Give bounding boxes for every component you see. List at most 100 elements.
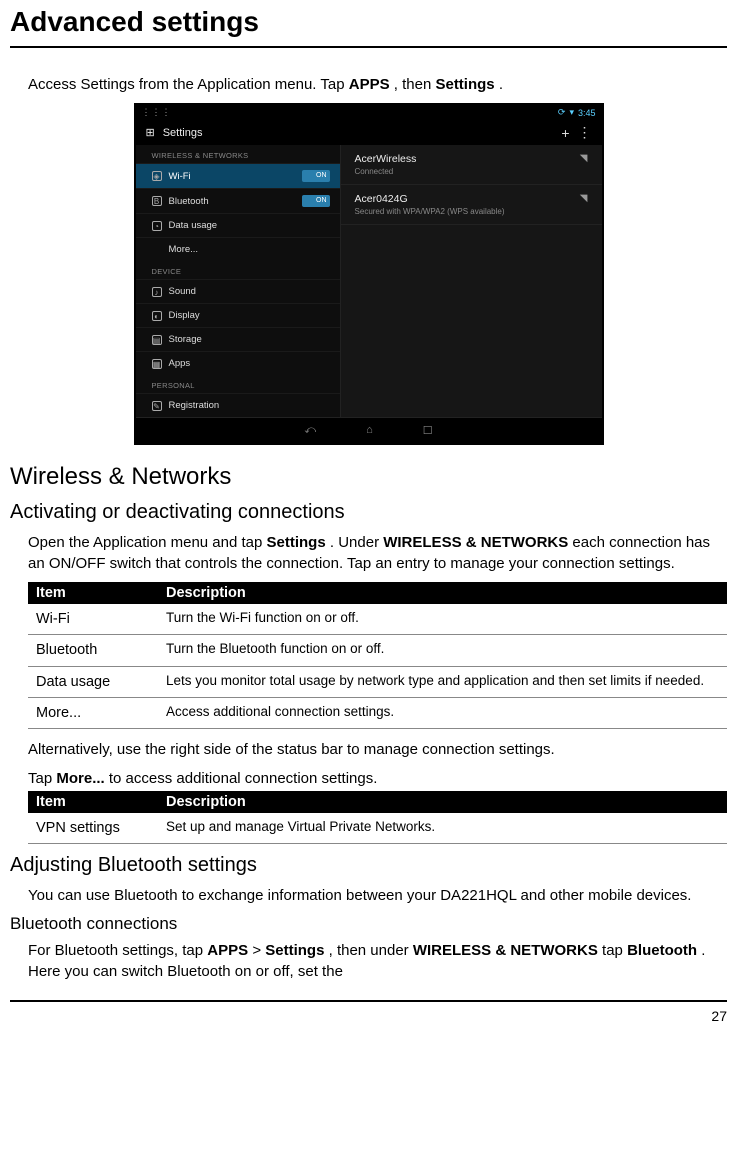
cell-item: VPN settings (28, 813, 158, 844)
page-footer: 27 (10, 1000, 727, 1024)
cell-desc: Access additional connection settings. (158, 697, 727, 728)
home-icon[interactable]: ⌂ (366, 424, 373, 437)
connection-table: Item Description Wi-Fi Turn the Wi-Fi fu… (28, 582, 727, 729)
cell-desc: Lets you monitor total usage by network … (158, 666, 727, 697)
add-network-icon[interactable]: + (561, 125, 569, 141)
back-icon[interactable]: ⤺ (304, 424, 316, 437)
col-item: Item (28, 791, 158, 813)
bold-settings: Settings (435, 76, 494, 93)
title-row: ⊞ Settings + ⋮ (136, 120, 602, 145)
paragraph-alternative: Alternatively, use the right side of the… (28, 739, 727, 760)
refresh-icon: ⟳ (558, 107, 566, 118)
label: Display (169, 310, 200, 321)
heading-bluetooth-connections: Bluetooth connections (10, 914, 727, 934)
network-status: Secured with WPA/WPA2 (WPS available) (355, 207, 588, 216)
bluetooth-icon: B (152, 196, 162, 206)
screenshot-container: ⋮⋮⋮ ⟳ ▾ 3:45 ⊞ Settings + ⋮ WIRELESS & N… (10, 103, 727, 445)
page-title: Advanced settings (10, 0, 727, 48)
paragraph-bluetooth: You can use Bluetooth to exchange inform… (28, 885, 727, 906)
page-number: 27 (711, 1008, 727, 1024)
text: Tap (28, 770, 56, 787)
more-table: Item Description VPN settings Set up and… (28, 791, 727, 844)
bold-bluetooth: Bluetooth (627, 942, 697, 959)
sidebar-item-apps[interactable]: ▦ Apps (136, 351, 340, 375)
cell-desc: Set up and manage Virtual Private Networ… (158, 813, 727, 844)
text: Open the Application menu and tap (28, 534, 267, 551)
data-usage-icon: ◔ (152, 221, 162, 231)
label: Sound (169, 286, 196, 297)
sidebar-item-display[interactable]: ◐ Display (136, 303, 340, 327)
text: to access additional connection settings… (109, 770, 378, 787)
table-header-row: Item Description (28, 582, 727, 604)
category-wireless: WIRELESS & NETWORKS (136, 145, 340, 163)
apps-icon: ▦ (152, 359, 162, 369)
sidebar-item-storage[interactable]: ▤ Storage (136, 327, 340, 351)
bold-more: More... (56, 770, 104, 787)
intro-paragraph: Access Settings from the Application men… (28, 74, 727, 95)
label: Wi-Fi (169, 171, 191, 182)
wifi-icon: ◈ (152, 171, 162, 181)
table-row: Wi-Fi Turn the Wi-Fi function on or off. (28, 604, 727, 635)
settings-body: WIRELESS & NETWORKS ◈ Wi-Fi ON B Bluetoo… (136, 145, 602, 417)
text: Access Settings from the Application men… (28, 76, 349, 93)
col-description: Description (158, 791, 727, 813)
settings-sidebar: WIRELESS & NETWORKS ◈ Wi-Fi ON B Bluetoo… (136, 145, 341, 417)
sound-icon: ♪ (152, 287, 162, 297)
sidebar-item-registration[interactable]: ✎ Registration (136, 393, 340, 417)
bold-settings: Settings (265, 942, 324, 959)
text: . Under (330, 534, 383, 551)
col-description: Description (158, 582, 727, 604)
sidebar-item-data-usage[interactable]: ◔ Data usage (136, 213, 340, 237)
sidebar-item-sound[interactable]: ♪ Sound (136, 279, 340, 303)
sidebar-item-bluetooth[interactable]: B Bluetooth ON (136, 188, 340, 213)
bluetooth-toggle[interactable]: ON (302, 195, 330, 207)
heading-adjusting-bluetooth: Adjusting Bluetooth settings (10, 854, 727, 877)
paragraph-bluetooth-connections: For Bluetooth settings, tap APPS > Setti… (28, 940, 727, 982)
sidebar-item-wifi[interactable]: ◈ Wi-Fi ON (136, 163, 340, 188)
category-device: DEVICE (136, 261, 340, 279)
wifi-toggle[interactable]: ON (302, 170, 330, 182)
heading-activating: Activating or deactivating connections (10, 501, 727, 524)
network-name: AcerWireless (355, 153, 588, 165)
table-row: Data usage Lets you monitor total usage … (28, 666, 727, 697)
cell-desc: Turn the Bluetooth function on or off. (158, 635, 727, 666)
paragraph-activating: Open the Application menu and tap Settin… (28, 532, 727, 574)
text: For Bluetooth settings, tap (28, 942, 207, 959)
sidebar-item-more[interactable]: More... (136, 237, 340, 261)
cell-item: More... (28, 697, 158, 728)
settings-title: Settings (163, 127, 203, 139)
bold-apps: APPS (207, 942, 248, 959)
network-item[interactable]: ◥ AcerWireless Connected (341, 145, 602, 185)
heading-wireless-networks: Wireless & Networks (10, 463, 727, 491)
cell-desc: Turn the Wi-Fi function on or off. (158, 604, 727, 635)
status-bar: ⋮⋮⋮ ⟳ ▾ 3:45 (136, 105, 602, 120)
cell-item: Wi-Fi (28, 604, 158, 635)
label: Storage (169, 334, 202, 345)
recent-icon[interactable]: ☐ (423, 424, 433, 437)
bold-wireless-networks: WIRELESS & NETWORKS (383, 534, 568, 551)
label: Apps (169, 358, 191, 369)
signal-icon: ◥ (580, 153, 588, 164)
table-row: More... Access additional connection set… (28, 697, 727, 728)
label: More... (169, 244, 199, 255)
notification-dots-icon: ⋮⋮⋮ (142, 107, 172, 118)
bold-settings: Settings (267, 534, 326, 551)
table-row: Bluetooth Turn the Bluetooth function on… (28, 635, 727, 666)
network-name: Acer0424G (355, 193, 588, 205)
network-item[interactable]: ◥ Acer0424G Secured with WPA/WPA2 (WPS a… (341, 185, 602, 225)
bold-wireless-networks: WIRELESS & NETWORKS (413, 942, 598, 959)
overflow-menu-icon[interactable]: ⋮ (578, 124, 592, 141)
display-icon: ◐ (152, 311, 162, 321)
android-settings-screenshot: ⋮⋮⋮ ⟳ ▾ 3:45 ⊞ Settings + ⋮ WIRELESS & N… (134, 103, 604, 445)
text: > (252, 942, 265, 959)
network-list: ◥ AcerWireless Connected ◥ Acer0424G Sec… (341, 145, 602, 417)
storage-icon: ▤ (152, 335, 162, 345)
text: . (499, 76, 503, 93)
text: tap (602, 942, 627, 959)
signal-lock-icon: ◥ (580, 193, 588, 204)
cell-item: Bluetooth (28, 635, 158, 666)
category-personal: PERSONAL (136, 375, 340, 393)
settings-icon: ⊞ (146, 126, 155, 139)
label: Data usage (169, 220, 218, 231)
text: , then (394, 76, 436, 93)
